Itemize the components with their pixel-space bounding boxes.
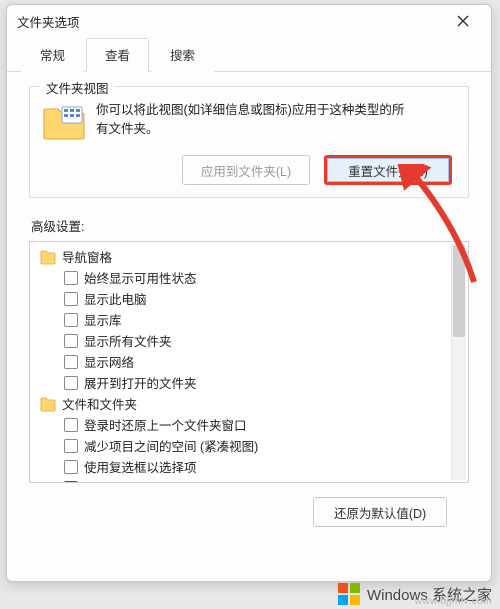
folder-options-dialog: 文件夹选项 常规 查看 搜索 文件夹视图 你可以将此视图(如详细信息或图标)应用… xyxy=(6,4,492,582)
close-button[interactable] xyxy=(445,9,481,33)
checkbox[interactable] xyxy=(64,376,78,390)
checkbox[interactable] xyxy=(64,418,78,432)
tree-item-label: 使用共享向导(推荐) xyxy=(84,478,192,482)
reset-folders-button[interactable]: 重置文件夹(R) xyxy=(324,155,452,185)
tree-item[interactable]: 使用复选框以选择项 xyxy=(34,456,464,477)
checkbox[interactable] xyxy=(64,481,78,483)
tree-item[interactable]: 显示所有文件夹 xyxy=(34,330,464,351)
titlebar: 文件夹选项 xyxy=(7,5,491,37)
tab-bar: 常规 查看 搜索 xyxy=(7,37,491,72)
tab-general[interactable]: 常规 xyxy=(21,38,84,72)
tree-item[interactable]: 显示库 xyxy=(34,309,464,330)
tree-category[interactable]: 导航窗格 xyxy=(34,246,464,267)
windows-logo-icon xyxy=(337,582,361,606)
checkbox[interactable] xyxy=(64,334,78,348)
folder-views-legend: 文件夹视图 xyxy=(40,78,115,97)
tab-view[interactable]: 查看 xyxy=(86,38,149,72)
tree-category[interactable]: 文件和文件夹 xyxy=(34,393,464,414)
tree-item[interactable]: 显示此电脑 xyxy=(34,288,464,309)
tree-item[interactable]: 始终显示可用性状态 xyxy=(34,267,464,288)
scrollbar-thumb[interactable] xyxy=(453,245,465,337)
advanced-settings-tree[interactable]: 导航窗格始终显示可用性状态显示此电脑显示库显示所有文件夹显示网络展开到打开的文件… xyxy=(29,241,469,483)
tab-content: 文件夹视图 你可以将此视图(如详细信息或图标)应用于这种类型的所 有文件夹。 应… xyxy=(7,72,491,537)
tab-search[interactable]: 搜索 xyxy=(151,38,214,72)
checkbox[interactable] xyxy=(64,313,78,327)
watermark-url: www.bjjmlv.com xyxy=(415,596,492,607)
tree-item[interactable]: 展开到打开的文件夹 xyxy=(34,372,464,393)
checkbox[interactable] xyxy=(64,292,78,306)
category-label: 导航窗格 xyxy=(62,247,112,266)
folder-views-description: 你可以将此视图(如详细信息或图标)应用于这种类型的所 有文件夹。 xyxy=(96,101,404,139)
folder-icon xyxy=(42,103,86,143)
restore-defaults-button[interactable]: 还原为默认值(D) xyxy=(313,497,447,527)
checkbox[interactable] xyxy=(64,355,78,369)
apply-to-folders-button: 应用到文件夹(L) xyxy=(182,155,310,185)
checkbox[interactable] xyxy=(64,460,78,474)
tree-item-label: 显示所有文件夹 xyxy=(84,331,172,350)
tree-item[interactable]: 减少项目之间的空间 (紧凑视图) xyxy=(34,435,464,456)
tree-item-label: 显示网络 xyxy=(84,352,134,371)
folder-views-group: 文件夹视图 你可以将此视图(如详细信息或图标)应用于这种类型的所 有文件夹。 应… xyxy=(29,86,469,198)
category-label: 文件和文件夹 xyxy=(62,394,137,413)
tree-item[interactable]: 使用共享向导(推荐) xyxy=(34,477,464,482)
tree-item-label: 减少项目之间的空间 (紧凑视图) xyxy=(84,436,258,455)
tree-item-label: 展开到打开的文件夹 xyxy=(84,373,197,392)
tree-item[interactable]: 登录时还原上一个文件夹窗口 xyxy=(34,414,464,435)
dialog-title: 文件夹选项 xyxy=(17,12,445,31)
tree-item-label: 登录时还原上一个文件夹窗口 xyxy=(84,415,247,434)
close-icon xyxy=(457,15,469,27)
tree-item-label: 使用复选框以选择项 xyxy=(84,457,197,476)
checkbox[interactable] xyxy=(64,439,78,453)
tree-item-label: 显示此电脑 xyxy=(84,289,147,308)
watermark: Windows 系统之家 www.bjjmlv.com xyxy=(337,582,492,606)
advanced-settings-label: 高级设置: xyxy=(31,216,469,235)
tree-item[interactable]: 显示网络 xyxy=(34,351,464,372)
tree-item-label: 始终显示可用性状态 xyxy=(84,268,197,287)
tree-item-label: 显示库 xyxy=(84,310,122,329)
checkbox[interactable] xyxy=(64,271,78,285)
